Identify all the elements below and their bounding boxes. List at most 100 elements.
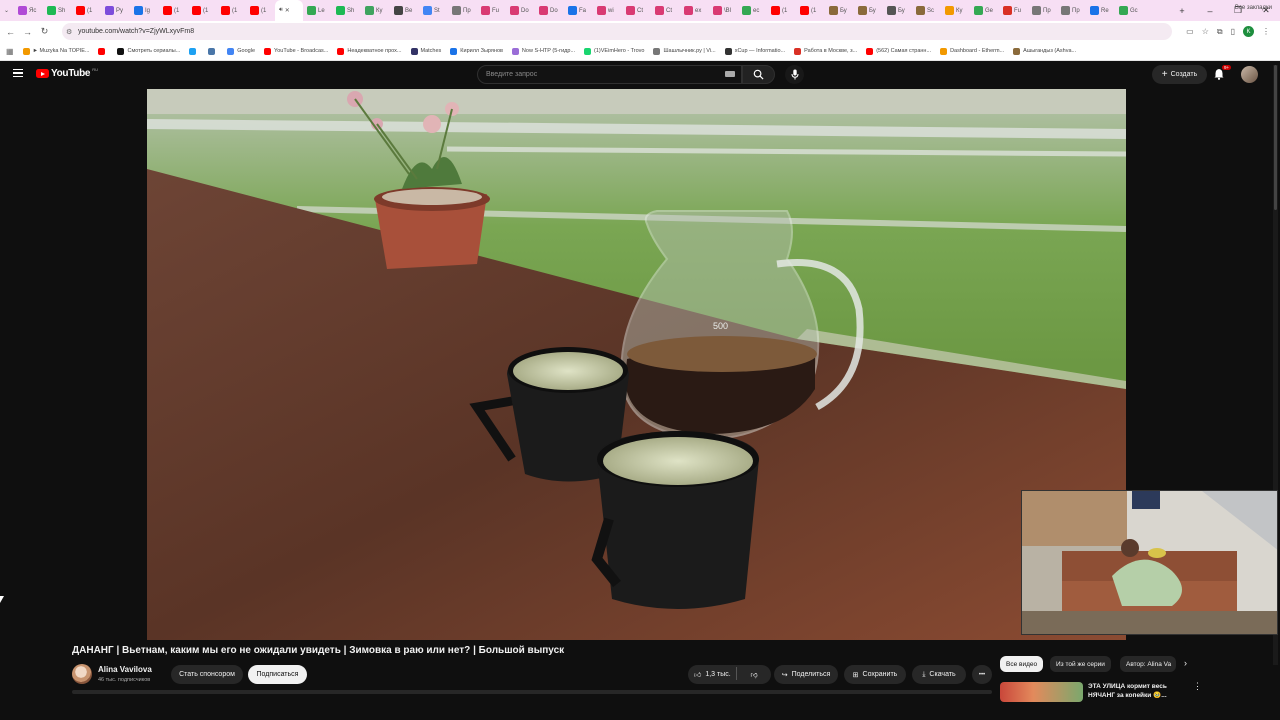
- profile-avatar[interactable]: K: [1243, 26, 1254, 37]
- browser-tab[interactable]: Пр: [1028, 0, 1057, 21]
- browser-tab[interactable]: Fa: [564, 0, 593, 21]
- browser-tab[interactable]: Бу: [825, 0, 854, 21]
- voice-search-button[interactable]: [785, 65, 804, 84]
- bookmark-item[interactable]: xCup — Informatio...: [724, 47, 785, 55]
- bookmark-item[interactable]: Now S-HTP (5-гидр...: [511, 47, 575, 55]
- browser-tab[interactable]: (1: [217, 0, 246, 21]
- browser-tab[interactable]: Ct: [651, 0, 680, 21]
- download-button[interactable]: ⤓ Скачать: [912, 665, 966, 684]
- bookmark-item[interactable]: YouTube - Broadcas...: [264, 47, 328, 55]
- browser-tab[interactable]: Re: [1086, 0, 1115, 21]
- browser-tab[interactable]: Пр: [1057, 0, 1086, 21]
- search-input[interactable]: Введите запрос: [477, 65, 742, 84]
- channel-name[interactable]: Alina Vavilova: [98, 665, 152, 674]
- browser-tab[interactable]: Le: [303, 0, 332, 21]
- recommendation-thumbnail[interactable]: [1000, 682, 1083, 702]
- address-bar[interactable]: ⚙ youtube.com/watch?v=ZjyWLxyvFm8 ▭ ☆ ⧉ …: [62, 23, 1270, 40]
- channel-avatar[interactable]: [72, 664, 92, 684]
- recommendation-more-icon[interactable]: ⋮: [1193, 681, 1202, 692]
- bookmark-item[interactable]: Matches: [410, 47, 441, 55]
- reload-button[interactable]: ↻: [36, 26, 53, 37]
- browser-tab[interactable]: \Bl: [709, 0, 738, 21]
- bookmark-item[interactable]: [98, 47, 108, 55]
- browser-tab[interactable]: ex: [680, 0, 709, 21]
- browser-tab[interactable]: Sh: [332, 0, 361, 21]
- bookmark-item[interactable]: Google: [227, 47, 255, 55]
- share-button[interactable]: ↪ Поделиться: [774, 665, 838, 684]
- browser-tab[interactable]: (1: [796, 0, 825, 21]
- back-button[interactable]: ←: [2, 27, 19, 37]
- recommendation-title[interactable]: ЭТА УЛИЦА кормит весь НЯЧАНГ за копейки …: [1088, 682, 1178, 700]
- tab-search-icon[interactable]: ⌄: [0, 0, 14, 21]
- browser-tab[interactable]: Ку: [941, 0, 970, 21]
- browser-tab[interactable]: (1: [188, 0, 217, 21]
- browser-tab[interactable]: Fu: [477, 0, 506, 21]
- bookmark-item[interactable]: Смотреть сериалы...: [117, 47, 180, 55]
- bookmark-item[interactable]: [208, 47, 218, 55]
- active-tab[interactable]: 🔊︎ ✕: [275, 0, 303, 21]
- bookmark-item[interactable]: Неадекватное прох...: [337, 47, 402, 55]
- browser-menu-icon[interactable]: ⋮: [1262, 27, 1270, 36]
- all-bookmarks[interactable]: Все закладки: [1235, 5, 1272, 11]
- browser-tab[interactable]: (1: [159, 0, 188, 21]
- browser-tab[interactable]: Ig: [130, 0, 159, 21]
- browser-tab[interactable]: Sc: [912, 0, 941, 21]
- bookmark-item[interactable]: Кирилл Зырянов: [450, 47, 503, 55]
- save-button[interactable]: ⊞ Сохранить: [844, 665, 906, 684]
- youtube-logo[interactable]: YouTube RU: [36, 67, 98, 79]
- search-button[interactable]: [742, 65, 775, 84]
- browser-tab[interactable]: Fu: [999, 0, 1028, 21]
- audio-playing-icon[interactable]: 🔊︎: [279, 7, 283, 14]
- browser-tab[interactable]: (1: [246, 0, 275, 21]
- bookmark-item[interactable]: [189, 47, 199, 55]
- bookmark-item[interactable]: ► Muzyka Na TOPIE...: [22, 47, 89, 55]
- scrollbar-thumb[interactable]: [1274, 65, 1277, 210]
- filter-chip-series[interactable]: Из той же серии: [1050, 656, 1111, 672]
- apps-grid-icon[interactable]: ▦: [6, 47, 14, 56]
- browser-tab[interactable]: Do: [535, 0, 564, 21]
- more-actions-button[interactable]: •••: [972, 665, 992, 684]
- browser-tab[interactable]: Do: [506, 0, 535, 21]
- browser-tab[interactable]: (1: [72, 0, 101, 21]
- filter-chip-all[interactable]: Все видео: [1000, 656, 1044, 672]
- new-tab-button[interactable]: +: [1168, 6, 1196, 16]
- browser-tab[interactable]: Ру: [101, 0, 130, 21]
- browser-tab[interactable]: Be: [390, 0, 419, 21]
- browser-tab[interactable]: St: [419, 0, 448, 21]
- menu-icon[interactable]: [13, 69, 23, 77]
- video-player[interactable]: 500: [147, 89, 1126, 640]
- join-button[interactable]: Стать спонсором: [171, 665, 243, 684]
- extensions-icon[interactable]: ⧉: [1217, 27, 1223, 37]
- close-tab-icon[interactable]: ✕: [285, 7, 290, 14]
- browser-tab[interactable]: Gc: [1115, 0, 1144, 21]
- filter-chip-author[interactable]: Автор: Alina Va: [1120, 656, 1176, 672]
- bookmark-star-icon[interactable]: ☆: [1202, 27, 1209, 36]
- browser-tab[interactable]: Пр: [448, 0, 477, 21]
- site-info-icon[interactable]: ⚙: [66, 28, 72, 36]
- browser-tab[interactable]: Яс: [14, 0, 43, 21]
- browser-tab[interactable]: Бу: [883, 0, 912, 21]
- bookmark-item[interactable]: Ашыгандыз (Ashva...: [1013, 47, 1076, 55]
- browser-tab[interactable]: Ку: [361, 0, 390, 21]
- forward-button[interactable]: →: [19, 27, 36, 37]
- notifications-bell-icon[interactable]: [1214, 68, 1224, 80]
- browser-tab[interactable]: Sh: [43, 0, 72, 21]
- browser-tab[interactable]: Ge: [970, 0, 999, 21]
- keyboard-icon[interactable]: [725, 71, 735, 77]
- bookmark-item[interactable]: Dashboard - Etherm...: [940, 47, 1004, 55]
- browser-tab[interactable]: ec: [738, 0, 767, 21]
- bookmark-item[interactable]: Работа в Москве, з...: [794, 47, 857, 55]
- browser-tab[interactable]: wi: [593, 0, 622, 21]
- browser-tab[interactable]: (1: [767, 0, 796, 21]
- browser-tab[interactable]: Бу: [854, 0, 883, 21]
- chevron-right-icon[interactable]: ›: [1184, 658, 1187, 668]
- cast-icon[interactable]: ▭: [1186, 27, 1194, 36]
- browser-tab[interactable]: Ct: [622, 0, 651, 21]
- subscribe-button[interactable]: Подписаться: [248, 665, 307, 684]
- bookmark-item[interactable]: Шашлычник.ру | Vi...: [653, 47, 716, 55]
- bookmark-item[interactable]: (1)VEimHero - Trovo: [584, 47, 644, 55]
- sidebar-icon[interactable]: ▯: [1231, 27, 1235, 36]
- thumbs-down-icon[interactable]: 👎︎: [750, 670, 757, 679]
- create-button[interactable]: + Создать: [1152, 65, 1207, 84]
- minimize-button[interactable]: –: [1196, 6, 1224, 16]
